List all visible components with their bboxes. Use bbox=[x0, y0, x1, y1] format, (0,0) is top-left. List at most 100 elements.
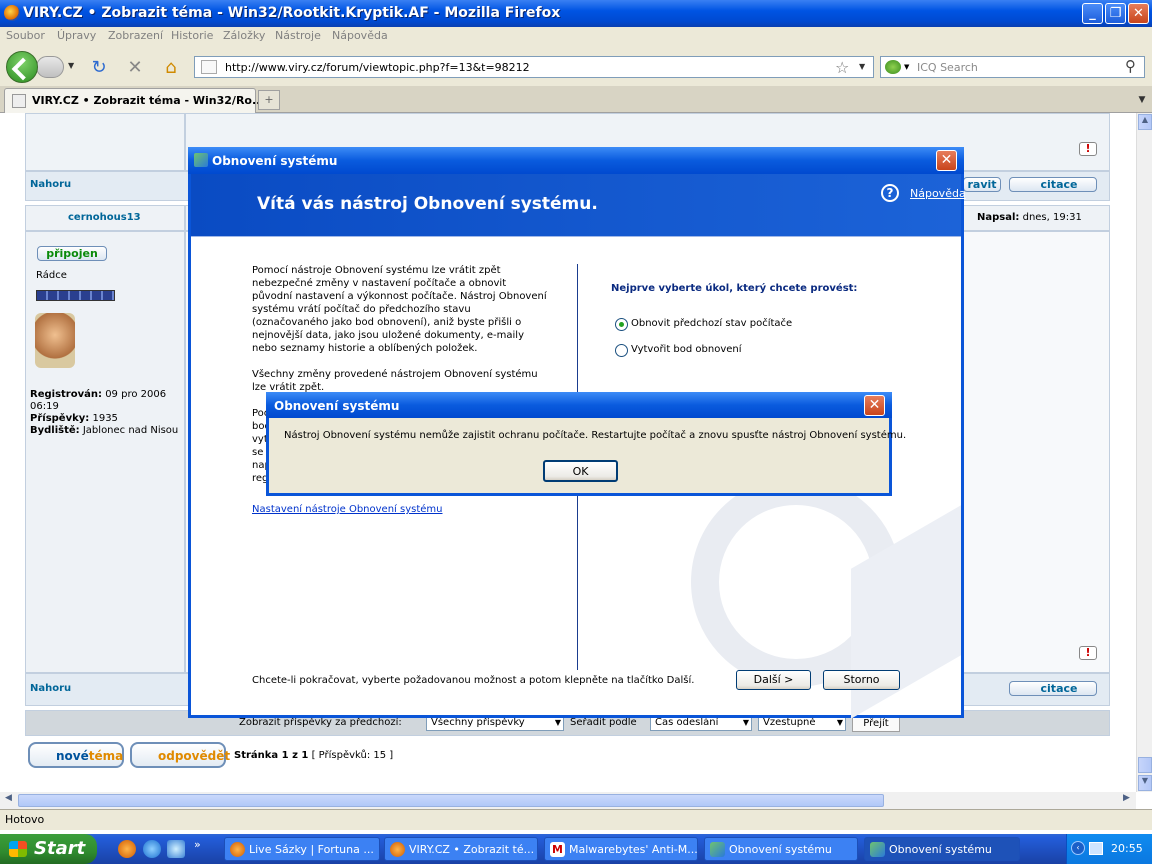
url-bar[interactable]: http://www.viry.cz/forum/viewtopic.php?f… bbox=[194, 56, 874, 78]
quote-button[interactable]: citace bbox=[1009, 681, 1097, 696]
back-button[interactable] bbox=[6, 51, 38, 83]
ok-button[interactable]: OK bbox=[543, 460, 618, 482]
task-restore-2[interactable]: Obnovení systému bbox=[864, 837, 1020, 861]
dialog-titlebar[interactable]: Obnovení systému ✕ bbox=[188, 147, 964, 174]
next-button[interactable]: Další > bbox=[736, 670, 811, 690]
help-link[interactable]: Nápověda bbox=[910, 187, 966, 200]
error-close-button[interactable]: ✕ bbox=[864, 395, 885, 416]
help-icon[interactable]: ? bbox=[881, 184, 899, 202]
search-engine-dropdown-icon[interactable]: ▼ bbox=[904, 63, 909, 71]
status-bar: Hotovo bbox=[0, 809, 1152, 830]
report-icon[interactable]: ! bbox=[1079, 646, 1097, 660]
settings-link[interactable]: Nastavení nástroje Obnovení systému bbox=[252, 504, 442, 515]
menu-napoveda[interactable]: Nápověda bbox=[332, 29, 388, 42]
window-titlebar[interactable]: VIRY.CZ • Zobrazit téma - Win32/Rootkit.… bbox=[0, 0, 1152, 27]
url-dropdown-icon[interactable]: ▼ bbox=[859, 62, 865, 71]
system-tray: ‹ 20:55 bbox=[1066, 834, 1152, 864]
menu-soubor[interactable]: Soubor bbox=[6, 29, 45, 42]
firefox-quicklaunch-icon[interactable] bbox=[118, 840, 136, 858]
system-restore-icon bbox=[710, 842, 725, 857]
scroll-left-icon[interactable]: ◀ bbox=[1, 793, 16, 808]
create-point-option-label[interactable]: Vytvořit bod obnovení bbox=[631, 344, 742, 355]
app-quicklaunch-icon[interactable] bbox=[167, 840, 185, 858]
scroll-up-icon[interactable]: ▲ bbox=[1138, 114, 1152, 130]
scroll-down-icon[interactable]: ▼ bbox=[1138, 775, 1152, 791]
network-icon[interactable] bbox=[1089, 842, 1103, 855]
nahoru-link[interactable]: Nahoru bbox=[30, 683, 71, 694]
site-favicon-icon bbox=[201, 60, 217, 74]
reply-button[interactable]: odpovědět bbox=[130, 742, 230, 768]
rank-label: Rádce bbox=[36, 270, 67, 281]
task-malwarebytes[interactable]: M Malwarebytes' Anti-M... bbox=[544, 837, 698, 861]
tray-expand-icon[interactable]: ‹ bbox=[1071, 841, 1085, 855]
error-titlebar[interactable]: Obnovení systému ✕ bbox=[266, 392, 892, 418]
scroll-thumb[interactable] bbox=[1138, 757, 1152, 773]
restore-radio[interactable] bbox=[615, 318, 628, 331]
windows-logo-icon bbox=[9, 841, 27, 857]
tab-title: VIRY.CZ • Zobrazit téma - Win32/Ro... bbox=[32, 94, 265, 107]
start-button[interactable]: Start bbox=[0, 834, 97, 864]
stop-icon[interactable]: ✕ bbox=[124, 57, 146, 79]
firefox-icon bbox=[230, 842, 245, 857]
task-label: VIRY.CZ • Zobrazit té... bbox=[409, 843, 535, 856]
intro-paragraph: Pomocí nástroje Obnovení systému lze vrá… bbox=[252, 265, 547, 354]
malwarebytes-icon: M bbox=[550, 842, 565, 857]
task-viry[interactable]: VIRY.CZ • Zobrazit té... bbox=[384, 837, 538, 861]
task-fortuna[interactable]: Live Sázky | Fortuna ... bbox=[224, 837, 380, 861]
search-placeholder: ICQ Search bbox=[917, 61, 978, 74]
start-label: Start bbox=[34, 838, 86, 859]
pagination-info: Stránka 1 z 1 [ Příspěvků: 15 ] bbox=[234, 750, 393, 761]
task-label: Live Sázky | Fortuna ... bbox=[249, 843, 374, 856]
new-topic-button[interactable]: novétéma bbox=[28, 742, 124, 768]
history-dropdown-icon[interactable]: ▼ bbox=[68, 61, 74, 70]
report-icon[interactable]: ! bbox=[1079, 142, 1097, 156]
task-restore-1[interactable]: Obnovení systému bbox=[704, 837, 858, 861]
tab-viry[interactable]: VIRY.CZ • Zobrazit téma - Win32/Ro... bbox=[4, 88, 265, 113]
menu-historie[interactable]: Historie bbox=[171, 29, 213, 42]
menu-upravy[interactable]: Úpravy bbox=[57, 29, 96, 42]
window-title: VIRY.CZ • Zobrazit téma - Win32/Rootkit.… bbox=[23, 5, 561, 21]
menu-zalozky[interactable]: Záložky bbox=[223, 29, 265, 42]
sort-label: Seřadit podle bbox=[570, 717, 637, 728]
posts-value: 1935 bbox=[92, 413, 118, 424]
restore-option-label[interactable]: Obnovit předchozí stav počítače bbox=[631, 318, 792, 329]
dialog-close-button[interactable]: ✕ bbox=[936, 150, 957, 171]
sort-select-value: Čas odeslání bbox=[655, 717, 719, 728]
system-restore-icon bbox=[194, 153, 208, 167]
nahoru-link[interactable]: Nahoru bbox=[30, 179, 71, 190]
reload-icon[interactable]: ↻ bbox=[88, 57, 110, 79]
status-text: Hotovo bbox=[5, 813, 45, 826]
horizontal-scrollbar[interactable]: ◀ ▶ bbox=[0, 792, 1136, 809]
quicklaunch-expand-icon[interactable]: » bbox=[194, 838, 201, 851]
cancel-button[interactable]: Storno bbox=[823, 670, 900, 690]
tab-list-dropdown-icon[interactable]: ▼ bbox=[1134, 92, 1150, 108]
home-icon[interactable]: ⌂ bbox=[160, 57, 182, 79]
minimize-button[interactable]: _ bbox=[1082, 3, 1103, 24]
task-label: Obnovení systému bbox=[729, 843, 832, 856]
author-name[interactable]: cernohous13 bbox=[68, 212, 141, 223]
quote-button[interactable]: citace bbox=[1009, 177, 1097, 192]
ie-quicklaunch-icon[interactable] bbox=[143, 840, 161, 858]
location-label: Bydliště: bbox=[30, 425, 80, 436]
filter-label: Zobrazit příspěvky za předchozí: bbox=[239, 717, 402, 728]
bookmark-star-icon[interactable]: ☆ bbox=[835, 58, 849, 77]
scroll-right-icon[interactable]: ▶ bbox=[1119, 793, 1134, 808]
quote-button-label: citace bbox=[1040, 682, 1078, 695]
author-info: Registrován: 09 pro 2006 06:19 Příspěvky… bbox=[30, 389, 180, 437]
maximize-button[interactable]: ❐ bbox=[1105, 3, 1126, 24]
new-topic-label-2: téma bbox=[88, 749, 124, 763]
create-point-radio[interactable] bbox=[615, 344, 628, 357]
firefox-icon bbox=[4, 5, 20, 21]
forward-button[interactable] bbox=[36, 56, 64, 78]
menu-zobrazeni[interactable]: Zobrazení bbox=[108, 29, 163, 42]
posts-label: Příspěvky: bbox=[30, 413, 90, 424]
edit-button[interactable]: ravit bbox=[963, 177, 1001, 192]
new-tab-button[interactable]: + bbox=[258, 90, 280, 110]
scroll-thumb[interactable] bbox=[18, 794, 884, 807]
close-button[interactable]: ✕ bbox=[1128, 3, 1149, 24]
search-bar[interactable]: ▼ ICQ Search ⚲ bbox=[880, 56, 1145, 78]
online-status-badge: připojen bbox=[37, 246, 107, 261]
search-icon[interactable]: ⚲ bbox=[1125, 57, 1136, 75]
menu-nastroje[interactable]: Nástroje bbox=[275, 29, 321, 42]
vertical-scrollbar[interactable]: ▲ ▼ bbox=[1136, 113, 1152, 792]
